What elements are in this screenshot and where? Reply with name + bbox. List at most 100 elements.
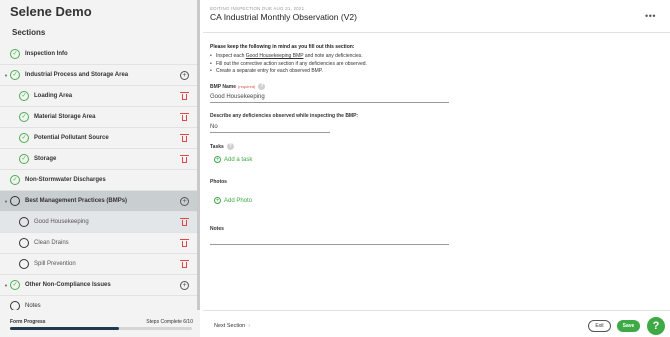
- bmp-name-label-text: BMP Name: [210, 83, 237, 90]
- sidebar-item-non-stormwater[interactable]: ✓ Non-Stormwater Discharges: [0, 170, 197, 191]
- deficiencies-underline: [210, 132, 330, 133]
- sidebar-item-label: Clean Drains: [34, 240, 69, 246]
- sidebar-scrollbar[interactable]: [197, 0, 200, 310]
- sidebar-item-label: Notes: [25, 303, 41, 309]
- next-section-link[interactable]: Next Section ›: [214, 323, 250, 329]
- sidebar-item-storage[interactable]: ✓ Storage: [0, 149, 197, 170]
- sidebar-item-potential-pollutant[interactable]: ✓ Potential Pollutant Source: [0, 128, 197, 149]
- next-section-label: Next Section: [214, 323, 246, 329]
- plus-circle-icon: +: [214, 197, 221, 204]
- check-icon: ✓: [19, 133, 29, 143]
- bmp-name-input[interactable]: Good Housekeeping: [210, 94, 265, 100]
- deficiencies-label: Describe any deficiencies observed while…: [210, 113, 359, 119]
- instruction-item: Fill out the corrective action section i…: [210, 61, 650, 69]
- check-icon: ✓: [10, 175, 20, 185]
- trash-icon[interactable]: [180, 218, 189, 226]
- tasks-label: Tasks?: [210, 143, 234, 150]
- sidebar-item-industrial-process[interactable]: ▼ ✓ Industrial Process and Storage Area …: [0, 65, 197, 86]
- sidebar-item-label: Industrial Process and Storage Area: [25, 72, 129, 78]
- trash-icon[interactable]: [180, 239, 189, 247]
- progress-label: Form Progress: [10, 319, 46, 325]
- check-icon: ✓: [19, 112, 29, 122]
- add-photo-button[interactable]: + Add Photo: [214, 197, 252, 204]
- instruction-item: Inspect each Good Housekeeping BMP and n…: [210, 53, 650, 61]
- trash-icon[interactable]: [180, 113, 189, 121]
- tasks-label-text: Tasks: [210, 143, 224, 150]
- check-icon: ✓: [10, 70, 20, 80]
- sidebar-item-spill-prevention[interactable]: Spill Prevention: [0, 254, 197, 275]
- add-entry-icon[interactable]: +: [180, 196, 189, 206]
- progress-steps: Steps Complete 6/10: [146, 319, 193, 325]
- check-icon: ✓: [10, 49, 20, 59]
- photos-label: Photos: [210, 179, 227, 185]
- sidebar-item-label: Potential Pollutant Source: [34, 135, 109, 141]
- app-title: Selene Demo: [10, 4, 92, 19]
- add-task-label: Add a task: [224, 156, 253, 163]
- sidebar-item-label: Loading Area: [34, 93, 73, 99]
- add-task-button[interactable]: + Add a task: [214, 156, 252, 163]
- sidebar-item-label: Good Housekeeping: [34, 219, 89, 225]
- caret-down-icon[interactable]: ▼: [4, 73, 8, 78]
- sidebar-item-label: Best Management Practices (BMPs): [25, 198, 128, 204]
- instructions-title: Please keep the following in mind as you…: [210, 44, 355, 50]
- instruction-text: and note any deficiencies.: [303, 53, 363, 59]
- incomplete-circle-icon: [19, 238, 29, 248]
- exit-button[interactable]: Exit: [588, 320, 611, 332]
- sidebar-item-other-non-compliance[interactable]: ▼ ✓ Other Non-Compliance Issues +: [0, 275, 197, 296]
- plus-circle-icon: +: [214, 156, 221, 163]
- bmp-link[interactable]: Good Housekeeping BMP: [246, 53, 304, 59]
- form-footer: Next Section › Exit Save ?: [203, 310, 670, 337]
- trash-icon[interactable]: [180, 134, 189, 142]
- sidebar-item-loading-area[interactable]: ✓ Loading Area: [0, 86, 197, 107]
- progress-bar-fill: [10, 327, 120, 330]
- bmp-name-label: BMP Name (required)?: [210, 83, 266, 90]
- sidebar-item-label: Spill Prevention: [34, 261, 76, 267]
- notes-label: Notes: [210, 226, 224, 232]
- notes-input[interactable]: [210, 244, 449, 245]
- save-button[interactable]: Save: [617, 320, 640, 332]
- sidebar-item-label: Storage: [34, 156, 57, 162]
- check-icon: ✓: [10, 280, 20, 290]
- required-marker: (required): [238, 83, 256, 89]
- sections-heading: Sections: [12, 28, 46, 37]
- form-progress: Form Progress Steps Complete 6/10: [0, 310, 200, 337]
- help-button[interactable]: ?: [647, 317, 665, 335]
- instructions-list: Inspect each Good Housekeeping BMP and n…: [210, 53, 650, 76]
- deficiencies-input[interactable]: No: [210, 124, 218, 130]
- incomplete-circle-icon: [19, 217, 29, 227]
- incomplete-circle-icon: [10, 196, 20, 206]
- check-icon: ✓: [19, 91, 29, 101]
- sidebar-item-label: Non-Stormwater Discharges: [25, 177, 106, 183]
- sidebar: Selene Demo Sections ✓ Inspection Info ▼…: [0, 0, 200, 337]
- instruction-item: Create a separate entry for each observe…: [210, 68, 650, 76]
- ellipsis-icon[interactable]: •••: [645, 11, 656, 21]
- add-entry-icon[interactable]: +: [180, 280, 189, 290]
- sidebar-item-label: Material Storage Area: [34, 114, 96, 120]
- due-date-text: EDITING INSPECTION DUE AUG 31, 2021: [210, 6, 305, 11]
- incomplete-circle-icon: [19, 259, 29, 269]
- instructions: Please keep the following in mind as you…: [210, 44, 650, 76]
- help-icon[interactable]: ?: [226, 143, 234, 150]
- chevron-right-icon: ›: [248, 323, 251, 329]
- check-icon: ✓: [19, 154, 29, 164]
- trash-icon[interactable]: [180, 260, 189, 268]
- sidebar-item-bmps[interactable]: ▼ Best Management Practices (BMPs) +: [0, 191, 197, 212]
- caret-down-icon[interactable]: ▼: [4, 199, 8, 204]
- progress-bar: [10, 327, 192, 330]
- sidebar-item-label: Other Non-Compliance Issues: [25, 282, 111, 288]
- sidebar-item-material-storage[interactable]: ✓ Material Storage Area: [0, 107, 197, 128]
- help-icon[interactable]: ?: [258, 83, 266, 90]
- sidebar-item-inspection-info[interactable]: ✓ Inspection Info: [0, 44, 197, 65]
- add-entry-icon[interactable]: +: [180, 70, 189, 80]
- add-photo-label: Add Photo: [224, 197, 253, 204]
- trash-icon[interactable]: [180, 92, 189, 100]
- form-header: EDITING INSPECTION DUE AUG 31, 2021 CA I…: [203, 0, 670, 33]
- sidebar-item-good-housekeeping[interactable]: Good Housekeeping: [0, 212, 197, 233]
- caret-down-icon[interactable]: ▼: [4, 283, 8, 288]
- sidebar-item-label: Inspection Info: [25, 51, 68, 57]
- bmp-name-underline: [210, 102, 449, 103]
- trash-icon[interactable]: [180, 155, 189, 163]
- sidebar-item-clean-drains[interactable]: Clean Drains: [0, 233, 197, 254]
- page-title: CA Industrial Monthly Observation (V2): [210, 12, 357, 22]
- sections-nav: ✓ Inspection Info ▼ ✓ Industrial Process…: [0, 44, 197, 317]
